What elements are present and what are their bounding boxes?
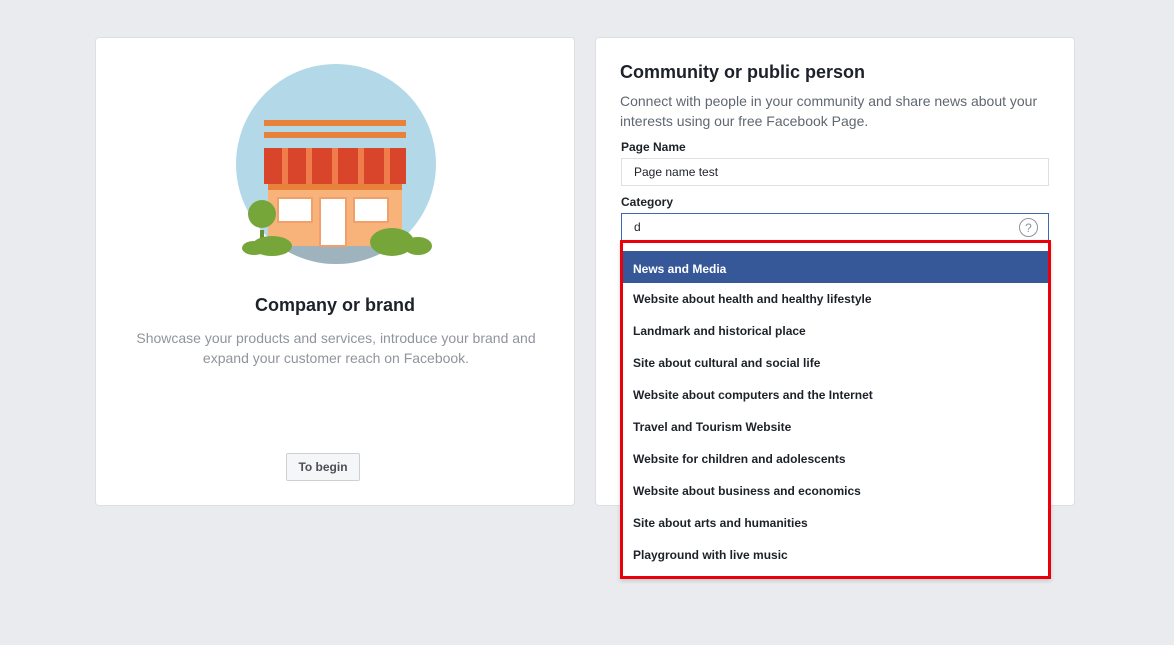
category-option[interactable]: Site about arts and humanities <box>623 507 1048 539</box>
category-input[interactable]: d ? <box>621 213 1049 241</box>
page-name-label: Page Name <box>621 140 686 154</box>
company-brand-description: Showcase your products and services, int… <box>136 330 536 366</box>
category-value: d <box>634 220 641 234</box>
category-dropdown-list: News and Media Website about health and h… <box>623 251 1048 571</box>
category-option[interactable]: Landmark and historical place <box>623 315 1048 347</box>
category-option[interactable]: News and Media <box>623 251 1048 283</box>
category-option[interactable]: Website about computers and the Internet <box>623 379 1048 411</box>
category-label: Category <box>621 195 674 209</box>
help-icon[interactable]: ? <box>1019 218 1038 237</box>
company-brand-title: Company or brand <box>254 295 415 315</box>
community-person-title: Community or public person <box>620 62 866 82</box>
storefront-illustration <box>234 62 438 266</box>
category-dropdown[interactable]: News and Media Website about health and h… <box>620 240 1051 579</box>
page-name-value: Page name test <box>634 165 719 179</box>
category-option[interactable]: Website for children and adolescents <box>623 443 1048 475</box>
category-option[interactable]: Site about cultural and social life <box>623 347 1048 379</box>
category-option[interactable]: Playground with live music <box>623 539 1048 571</box>
category-option[interactable]: Website about business and economics <box>623 475 1048 507</box>
category-option[interactable]: Travel and Tourism Website <box>623 411 1048 443</box>
community-person-description: Connect with people in your community an… <box>620 93 1038 129</box>
category-option[interactable]: Website about health and healthy lifesty… <box>623 283 1048 315</box>
page-name-input[interactable]: Page name test <box>621 158 1049 186</box>
to-begin-button[interactable]: To begin <box>286 453 360 481</box>
company-brand-card[interactable]: Company or brand Showcase your products … <box>95 37 575 506</box>
